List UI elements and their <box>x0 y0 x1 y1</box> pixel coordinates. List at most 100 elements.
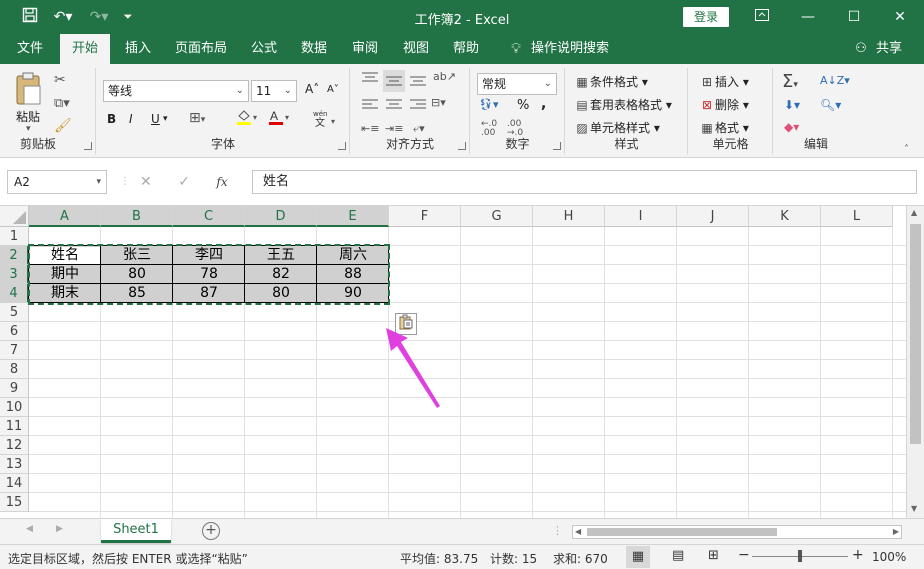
column-header-a[interactable]: A <box>29 206 101 227</box>
row-header-11[interactable]: 11 <box>0 417 29 436</box>
tab-insert[interactable]: 插入 <box>118 34 158 64</box>
cancel-icon[interactable]: ✕ <box>140 174 152 190</box>
row-header-12[interactable]: 12 <box>0 436 29 455</box>
normal-view-icon[interactable]: ▦ <box>626 546 650 568</box>
row-header-7[interactable]: 7 <box>0 341 29 360</box>
row-header-4[interactable]: 4 <box>0 284 29 303</box>
autosum-icon[interactable]: Σ▾ <box>782 71 798 92</box>
tab-formulas[interactable]: 公式 <box>244 34 284 64</box>
scroll-left-icon[interactable]: ◀ <box>575 526 581 538</box>
phonetic-icon[interactable]: wén 文 ▾ <box>311 108 343 131</box>
scroll-right-icon[interactable]: ▶ <box>893 526 899 538</box>
worksheet-grid[interactable]: A B C D E F G H I J K L 1 2 3 4 5 6 7 8 9 10 11 12 13 14 15 姓名 张三 李四王… <box>0 206 906 518</box>
decrease-indent-icon[interactable]: ⇤≡ <box>361 122 379 135</box>
name-box[interactable]: A2 ▾ <box>7 170 107 194</box>
cut-icon[interactable]: ✂ <box>54 72 66 88</box>
align-right-icon[interactable] <box>409 98 427 115</box>
align-top-icon[interactable] <box>361 72 379 89</box>
font-name-select[interactable]: 等线 ⌄ <box>103 80 249 102</box>
column-header-l[interactable]: L <box>821 206 893 227</box>
scroll-up-icon[interactable]: ▲ <box>911 208 917 217</box>
page-break-view-icon[interactable]: ⊞ <box>708 548 719 563</box>
copy-icon[interactable]: ⧉▾ <box>54 96 70 111</box>
column-header-b[interactable]: B <box>101 206 173 227</box>
align-left-icon[interactable] <box>361 98 379 115</box>
column-header-h[interactable]: H <box>533 206 605 227</box>
increase-font-icon[interactable]: A˄ <box>305 82 319 96</box>
align-center-icon[interactable] <box>385 98 403 115</box>
row-header-10[interactable]: 10 <box>0 398 29 417</box>
accounting-format-icon[interactable]: 💱︎▾ <box>479 98 499 111</box>
insert-function-button[interactable]: fx <box>216 175 227 189</box>
row-header-6[interactable]: 6 <box>0 322 29 341</box>
insert-cells-button[interactable]: ⊞ 插入 ▾ <box>699 73 749 90</box>
horizontal-scroll-thumb[interactable] <box>587 528 777 536</box>
zoom-level[interactable]: 100% <box>872 550 906 564</box>
number-launcher-icon[interactable] <box>553 142 561 150</box>
bold-button[interactable]: B <box>107 112 116 126</box>
column-header-k[interactable]: K <box>749 206 821 227</box>
column-header-i[interactable]: I <box>605 206 677 227</box>
find-select-icon[interactable]: 🔍︎▾ <box>820 98 841 112</box>
enter-icon[interactable]: ✓ <box>178 174 190 190</box>
clear-icon[interactable]: ◆▾ <box>784 120 799 134</box>
clipboard-launcher-icon[interactable] <box>84 142 92 150</box>
row-header-8[interactable]: 8 <box>0 360 29 379</box>
tab-help[interactable]: 帮助 <box>446 34 486 64</box>
percent-button[interactable]: % <box>517 98 529 113</box>
underline-dropdown-icon[interactable]: ▾ <box>163 114 168 124</box>
number-format-select[interactable]: 常规 ⌄ <box>477 73 557 95</box>
font-size-select[interactable]: 11 ⌄ <box>251 80 297 102</box>
close-icon[interactable]: ✕ <box>886 4 914 30</box>
page-layout-view-icon[interactable]: ▤ <box>672 548 684 563</box>
align-middle-icon[interactable] <box>383 70 405 92</box>
conditional-format-button[interactable]: ▦ 条件格式 ▾ <box>574 73 648 90</box>
column-header-f[interactable]: F <box>389 206 461 227</box>
delete-cells-button[interactable]: ⊠ 删除 ▾ <box>699 96 749 113</box>
vertical-scrollbar[interactable]: ▲ ▼ <box>906 206 924 518</box>
font-launcher-icon[interactable] <box>338 142 346 150</box>
font-color-icon[interactable]: A ▾ <box>267 108 293 129</box>
tab-file[interactable]: 文件 <box>8 34 52 64</box>
next-sheet-icon[interactable]: ▶ <box>56 524 63 534</box>
increase-indent-icon[interactable]: ⇥≡ <box>385 122 403 135</box>
format-cells-button[interactable]: ▦ 格式 ▾ <box>699 119 749 136</box>
fill-color-icon[interactable]: ▾ <box>235 108 261 129</box>
align-bottom-icon[interactable] <box>409 72 427 89</box>
scroll-down-icon[interactable]: ▼ <box>911 504 917 513</box>
orientation-icon[interactable]: ab↗ <box>433 70 456 83</box>
login-button[interactable]: 登录 <box>683 7 729 27</box>
tab-review[interactable]: 审阅 <box>345 34 385 64</box>
format-painter-icon[interactable]: 🖌︎ <box>54 118 72 134</box>
minimize-icon[interactable]: — <box>794 4 822 30</box>
collapse-ribbon-icon[interactable]: ˄ <box>904 144 909 155</box>
merge-center-icon[interactable]: ⊟▾ <box>431 96 446 109</box>
column-header-e[interactable]: E <box>317 206 389 227</box>
row-header-14[interactable]: 14 <box>0 474 29 493</box>
comma-button[interactable]: , <box>541 96 546 112</box>
row-header-13[interactable]: 13 <box>0 455 29 474</box>
alignment-launcher-icon[interactable] <box>458 142 466 150</box>
column-header-c[interactable]: C <box>173 206 245 227</box>
prev-sheet-icon[interactable]: ◀ <box>26 524 33 534</box>
tab-split-handle-icon[interactable]: ⋮ <box>552 524 563 537</box>
tell-me-search[interactable]: 操作说明搜索 <box>530 34 610 64</box>
tab-page-layout[interactable]: 页面布局 <box>170 34 232 64</box>
tab-data[interactable]: 数据 <box>294 34 334 64</box>
ribbon-display-icon[interactable] <box>748 4 776 30</box>
row-header-3[interactable]: 3 <box>0 265 29 284</box>
share-button[interactable]: 共享 <box>872 34 906 64</box>
tab-home[interactable]: 开始 <box>60 34 110 64</box>
sheet-tab-sheet1[interactable]: Sheet1 <box>101 519 171 543</box>
wrap-text-icon[interactable]: ⤶▾ <box>413 122 425 136</box>
formula-drag-handle-icon[interactable]: ⋮ <box>120 176 130 187</box>
maximize-icon[interactable]: ☐ <box>840 4 868 30</box>
row-header-15[interactable]: 15 <box>0 493 29 512</box>
add-sheet-icon[interactable]: + <box>202 522 220 540</box>
paste-dropdown-icon[interactable]: ▾ <box>26 124 31 134</box>
row-header-1[interactable]: 1 <box>0 227 29 246</box>
sort-filter-icon[interactable]: A↓Z▾ <box>820 74 850 87</box>
paste-button[interactable]: 粘贴 <box>16 108 40 125</box>
row-header-5[interactable]: 5 <box>0 303 29 322</box>
horizontal-scrollbar[interactable]: ◀ ▶ <box>572 525 902 539</box>
